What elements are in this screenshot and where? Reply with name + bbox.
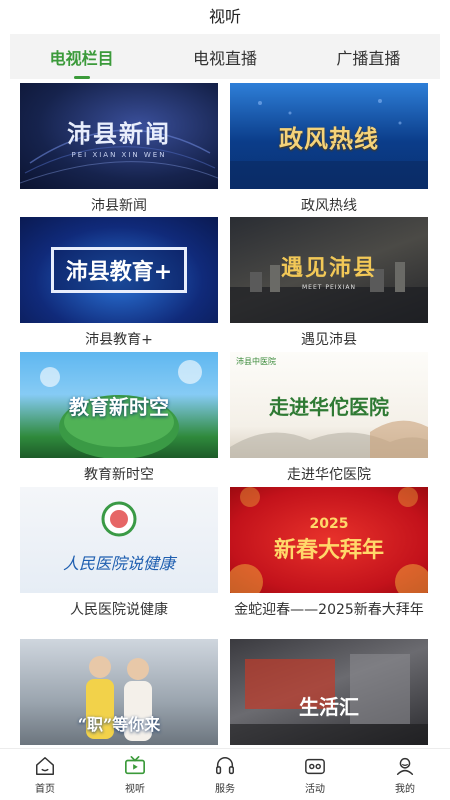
program-title: 沛县新闻 xyxy=(91,198,147,214)
tabbar-item-profile[interactable]: 我的 xyxy=(360,749,450,800)
thumb-title: 生活汇 xyxy=(299,694,359,719)
thumb-subtitle: PEI XIAN XIN WEN xyxy=(71,150,167,159)
program-thumbnail: 2025 新春大拜年 xyxy=(230,487,428,593)
thumb-year: 2025 xyxy=(309,516,349,532)
tab-tv-programs[interactable]: 电视栏目 xyxy=(10,34,153,79)
program-title: 人民医院说健康 xyxy=(70,602,168,618)
program-card[interactable]: 沛县新闻 PEI XIAN XIN WEN 沛县新闻 xyxy=(20,83,218,216)
thumb-title: 走进华佗医院 xyxy=(269,394,389,419)
program-thumbnail: 遇见沛县 MEET PEIXIAN xyxy=(230,217,428,323)
program-thumbnail: 沛县中医院 走进华佗医院 xyxy=(230,352,428,458)
tabbar-item-activity[interactable]: 活动 xyxy=(270,749,360,800)
program-title: 政风热线 xyxy=(301,198,357,214)
tabbar-label: 服务 xyxy=(215,783,235,795)
thumb-title: 人民医院说健康 xyxy=(62,554,175,573)
program-thumbnail: 人民医院说健康 xyxy=(20,487,218,593)
tab-tv-live[interactable]: 电视直播 xyxy=(153,34,296,79)
program-card[interactable]: 教育新时空 教育新时空 xyxy=(20,352,218,485)
tv-icon xyxy=(125,755,145,774)
tab-label: 电视栏目 xyxy=(49,48,114,68)
program-card[interactable]: 人民医院说健康 人民医院说健康 xyxy=(20,487,218,620)
tabbar-item-home[interactable]: 首页 xyxy=(0,749,90,800)
thumb-title: 教育新时空 xyxy=(69,394,169,419)
program-card[interactable]: 生活汇 xyxy=(230,639,428,745)
program-thumbnail: 生活汇 xyxy=(230,639,428,745)
thumb-title: 新春大拜年 xyxy=(273,537,384,563)
tab-label: 电视直播 xyxy=(192,48,257,68)
page-title: 视听 xyxy=(208,7,241,26)
channel-tabs: 电视栏目 电视直播 广播直播 xyxy=(10,34,440,79)
thumb-title: 遇见沛县 xyxy=(280,254,377,281)
tabbar-label: 我的 xyxy=(395,783,415,795)
tabbar-label: 首页 xyxy=(35,783,55,795)
app-header: 视听 xyxy=(0,0,450,30)
user-icon xyxy=(396,757,414,775)
tab-radio-live[interactable]: 广播直播 xyxy=(297,34,440,79)
program-card[interactable]: “职”等你来 xyxy=(20,639,218,745)
program-thumbnail: “职”等你来 xyxy=(20,639,218,745)
bottom-tab-bar: 首页 视听 服务 活动 我的 xyxy=(0,748,450,800)
program-thumbnail: 教育新时空 xyxy=(20,352,218,458)
program-card[interactable]: 沛县中医院 走进华佗医院 走进华佗医院 xyxy=(230,352,428,485)
program-thumbnail: 政风热线 xyxy=(230,83,428,189)
tab-label: 广播直播 xyxy=(336,48,401,68)
thumb-subtitle: MEET PEIXIAN xyxy=(302,283,356,291)
thumb-title: 沛县新闻 xyxy=(67,118,171,148)
tabbar-item-service[interactable]: 服务 xyxy=(180,749,270,800)
program-title: 走进华佗医院 xyxy=(287,467,371,483)
home-icon xyxy=(36,756,54,775)
headset-icon xyxy=(216,756,234,774)
program-card[interactable]: 政风热线 政风热线 xyxy=(230,83,428,216)
tabbar-label: 视听 xyxy=(125,783,145,795)
program-card[interactable]: 2025 新春大拜年 金蛇迎春——2025新春大拜年 xyxy=(230,487,428,620)
program-title: 教育新时空 xyxy=(84,467,154,483)
thumb-title: “职”等你来 xyxy=(77,715,161,734)
activity-icon xyxy=(305,758,325,774)
program-title: 沛县教育+ xyxy=(85,332,153,348)
program-title: 遇见沛县 xyxy=(301,332,357,348)
tabbar-item-media[interactable]: 视听 xyxy=(90,749,180,800)
program-grid: 沛县新闻 PEI XIAN XIN WEN 沛县新闻 政风热线 政风热线 沛县教… xyxy=(20,83,430,747)
tabbar-label: 活动 xyxy=(305,783,325,795)
thumb-title: 沛县教育+ xyxy=(65,259,173,285)
program-thumbnail: 沛县新闻 PEI XIAN XIN WEN xyxy=(20,83,218,189)
program-card[interactable]: 沛县教育+ 沛县教育+ xyxy=(20,217,218,350)
program-card[interactable]: 遇见沛县 MEET PEIXIAN 遇见沛县 xyxy=(230,217,428,350)
thumb-title: 政风热线 xyxy=(279,123,379,153)
program-title: 金蛇迎春——2025新春大拜年 xyxy=(234,602,424,618)
hospital-emblem-icon xyxy=(101,501,137,537)
program-thumbnail: 沛县教育+ xyxy=(20,217,218,323)
